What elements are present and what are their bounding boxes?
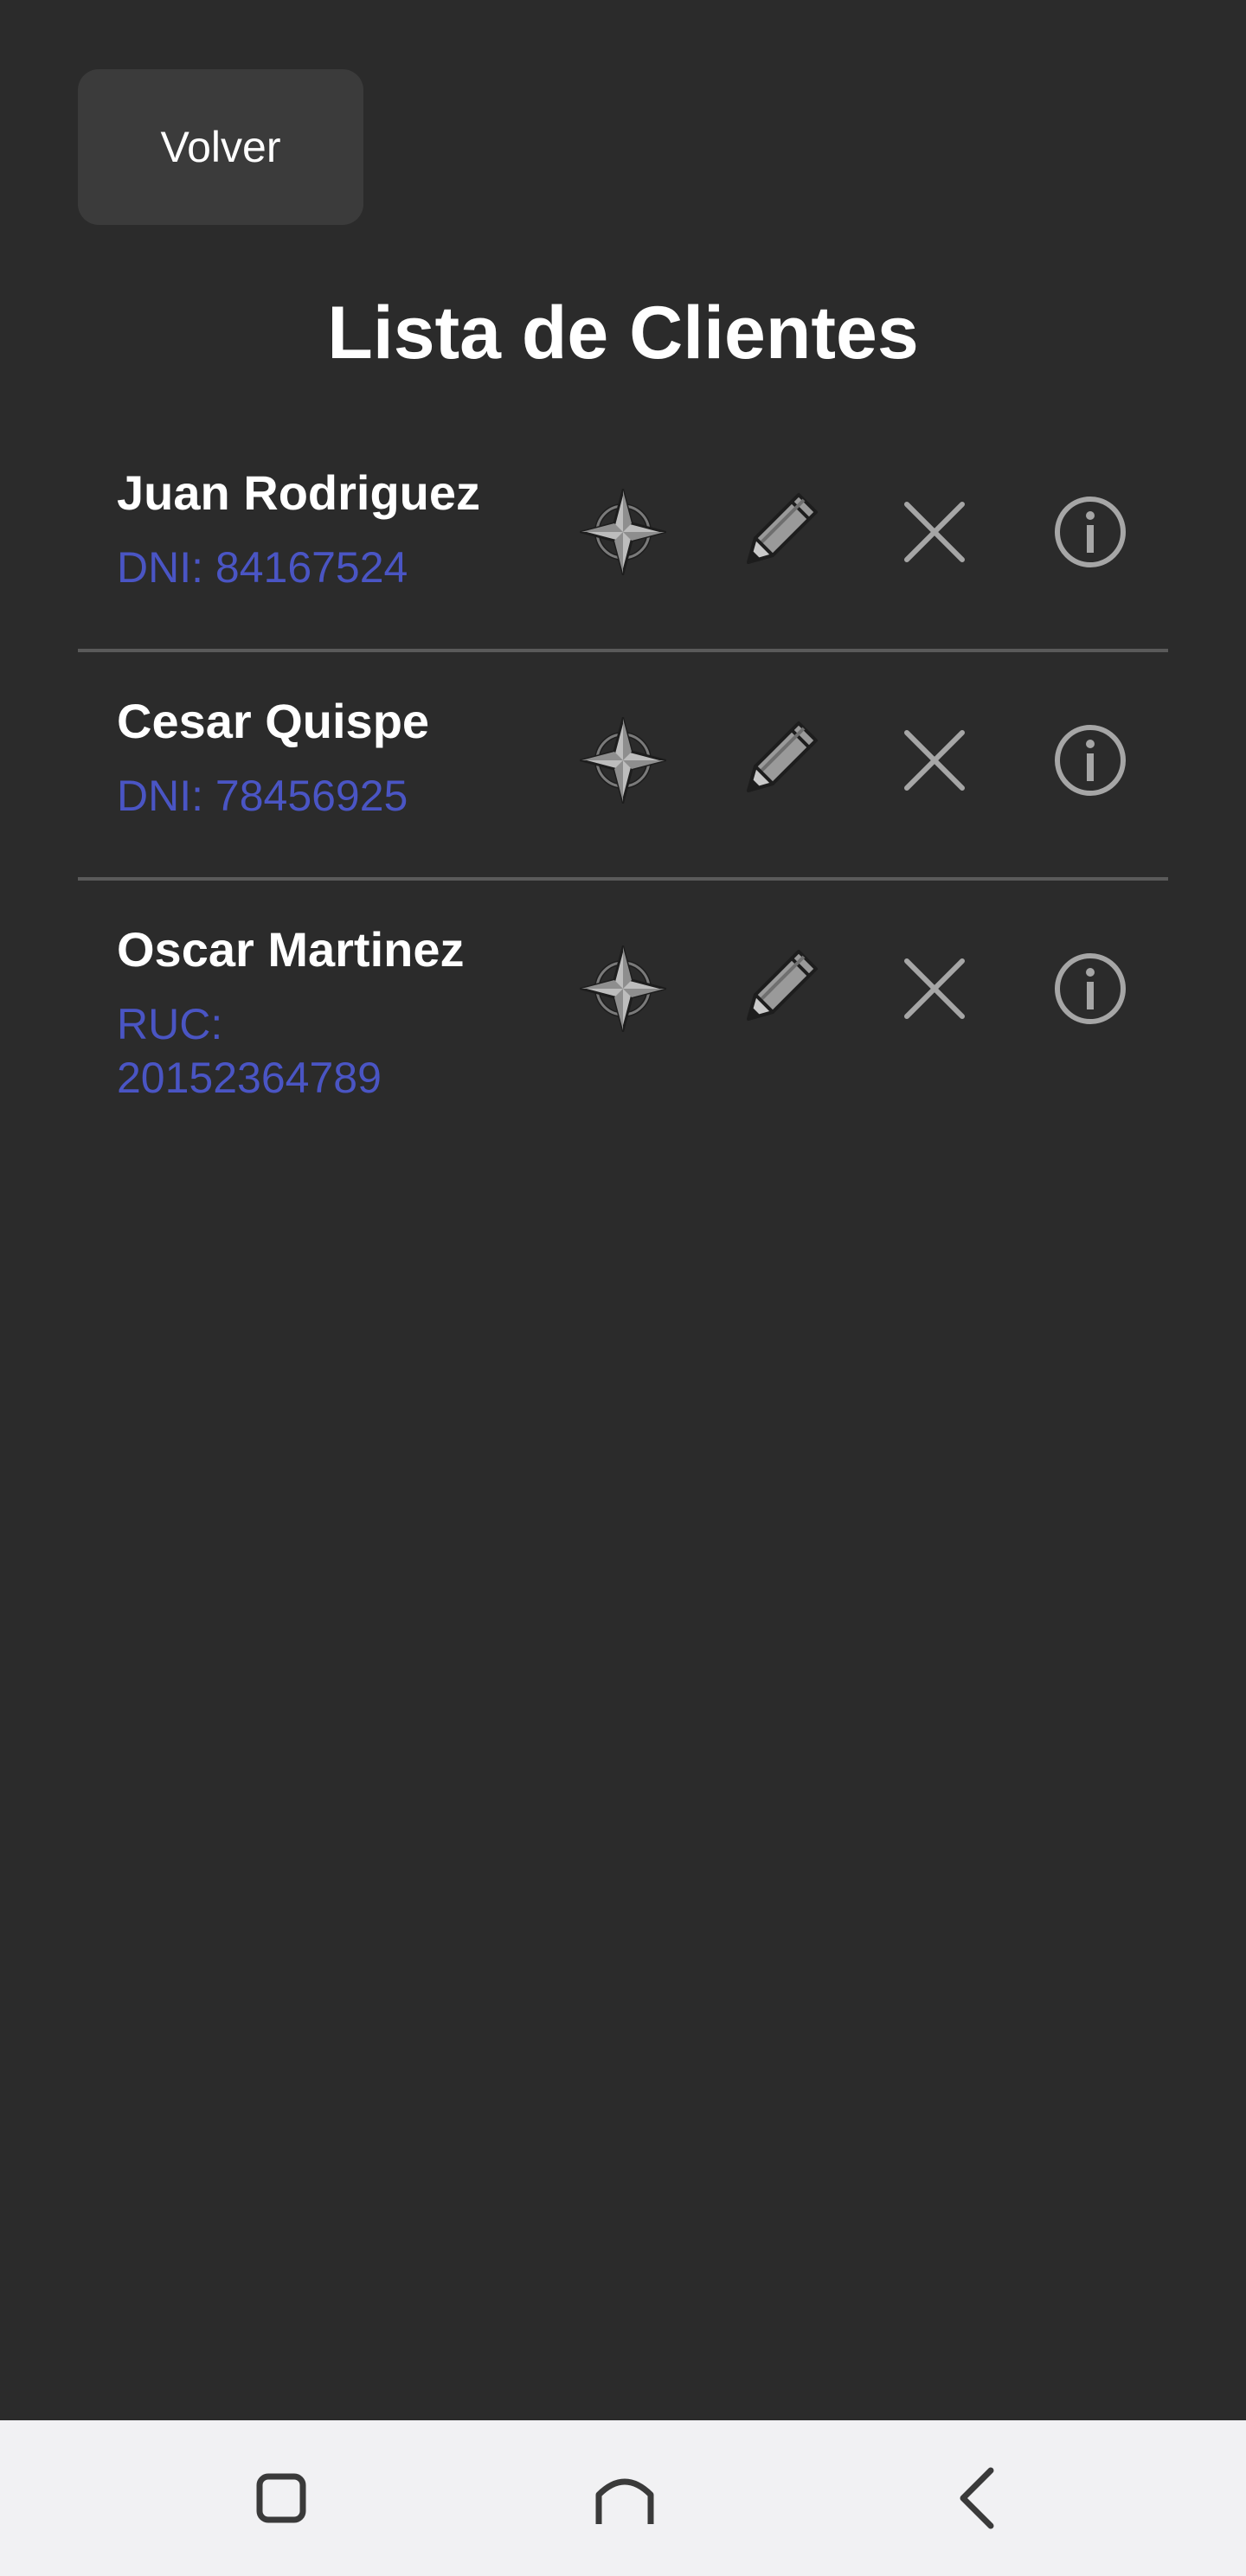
client-document-line2: 20152364789	[117, 1054, 382, 1102]
close-icon	[904, 730, 965, 791]
client-actions	[545, 708, 1168, 812]
info-icon	[1055, 725, 1126, 796]
client-document: RUC: 20152364789	[117, 997, 498, 1105]
client-name: Cesar Quispe	[117, 694, 430, 748]
client-row: Cesar Quispe DNI: 78456925	[78, 652, 1168, 881]
client-document-line1: DNI: 78456925	[117, 772, 408, 820]
client-list-screen: Volver Lista de Clientes Juan Rodriguez …	[0, 0, 1246, 2576]
back-nav-button[interactable]	[934, 2455, 1021, 2541]
client-actions	[545, 937, 1168, 1041]
client-name: Oscar Martinez	[117, 922, 465, 977]
info-button[interactable]	[1012, 937, 1168, 1041]
delete-button[interactable]	[857, 480, 1012, 584]
square-icon	[256, 2473, 306, 2523]
client-actions	[545, 480, 1168, 584]
client-row: Juan Rodriguez DNI: 84167524	[78, 424, 1168, 652]
info-icon	[1055, 953, 1126, 1024]
compass-locate-icon	[580, 489, 666, 575]
pencil-icon	[747, 950, 818, 1021]
system-navigation-bar	[0, 2420, 1246, 2576]
client-document-line1: RUC:	[117, 1000, 223, 1048]
back-button[interactable]: Volver	[78, 69, 363, 225]
recents-button[interactable]	[238, 2455, 324, 2541]
client-document: DNI: 84167524	[117, 541, 498, 594]
delete-button[interactable]	[857, 937, 1012, 1041]
chevron-left-icon	[960, 2467, 994, 2529]
edit-button[interactable]	[701, 480, 857, 584]
client-name: Juan Rodriguez	[117, 465, 481, 520]
client-info: Juan Rodriguez DNI: 84167524	[117, 463, 498, 594]
client-info: Cesar Quispe DNI: 78456925	[117, 691, 498, 823]
locate-button[interactable]	[545, 480, 701, 584]
client-info: Oscar Martinez RUC: 20152364789	[117, 920, 498, 1105]
home-button[interactable]	[581, 2455, 668, 2541]
locate-button[interactable]	[545, 708, 701, 812]
edit-button[interactable]	[701, 708, 857, 812]
compass-locate-icon	[580, 945, 666, 1032]
info-button[interactable]	[1012, 480, 1168, 584]
info-button[interactable]	[1012, 708, 1168, 812]
info-icon	[1055, 497, 1126, 567]
client-document: DNI: 78456925	[117, 769, 498, 823]
edit-button[interactable]	[701, 937, 857, 1041]
compass-locate-icon	[580, 717, 666, 804]
pencil-icon	[747, 721, 818, 792]
close-icon	[904, 958, 965, 1019]
client-list: Juan Rodriguez DNI: 84167524 Cesar Quisp…	[78, 424, 1168, 1105]
home-arch-icon	[595, 2478, 654, 2524]
client-row: Oscar Martinez RUC: 20152364789	[78, 881, 1168, 1105]
client-document-line1: DNI: 84167524	[117, 543, 408, 592]
close-icon	[904, 502, 965, 562]
pencil-icon	[747, 493, 818, 564]
locate-button[interactable]	[545, 937, 701, 1041]
page-title: Lista de Clientes	[327, 292, 919, 375]
delete-button[interactable]	[857, 708, 1012, 812]
